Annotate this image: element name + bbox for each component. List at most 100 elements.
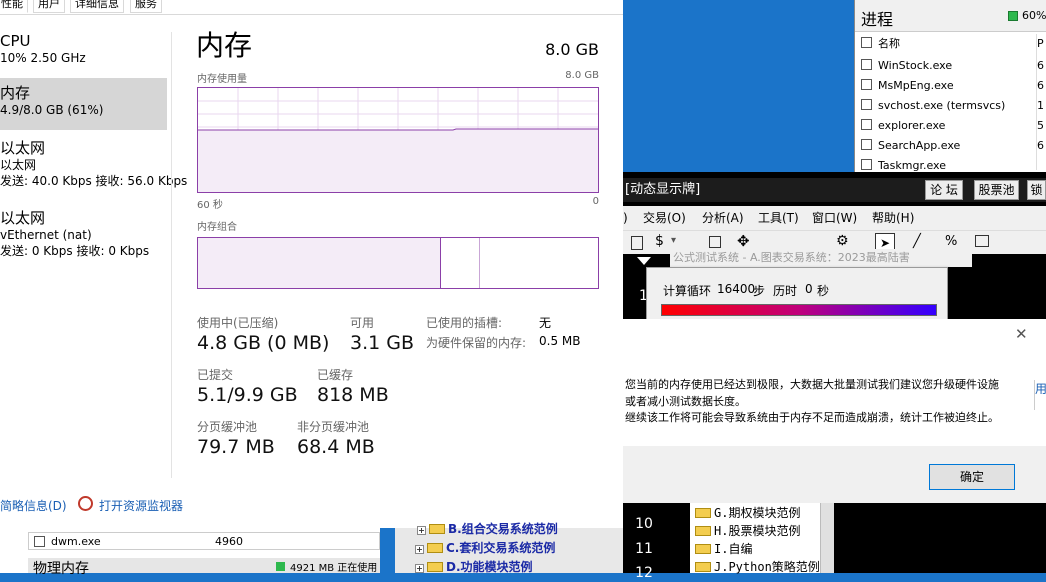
background-process-list: dwm.exe 4960 物理内存 4921 MB 正在使用	[0, 528, 380, 577]
folder-icon	[695, 526, 711, 536]
row-number: 12	[635, 565, 653, 581]
menu-item-window[interactable]: 窗口(W)	[812, 206, 857, 230]
list-item[interactable]: J.Python策略范例	[692, 558, 820, 576]
open-resource-monitor-link[interactable]: 打开资源监视器	[99, 497, 183, 514]
sidebar-item-cpu[interactable]: CPU 10% 2.50 GHz	[0, 32, 167, 72]
list-item[interactable]: WinStock.exe	[861, 56, 1046, 76]
warning-line-2: 或者减小测试数据长度。	[625, 395, 746, 408]
usage-graph-label: 内存使用量	[197, 74, 247, 85]
list-item[interactable]: I.自编	[692, 540, 752, 558]
menu-item-trade[interactable]: 交易(O)	[643, 206, 686, 230]
checkbox[interactable]	[34, 536, 45, 547]
document-icon[interactable]	[631, 236, 643, 250]
composition-label: 内存组合	[197, 222, 237, 233]
stat-committed-label: 已提交	[197, 368, 234, 382]
table-row[interactable]: dwm.exe 4960	[28, 532, 380, 550]
cpu-percent: 60%	[1022, 9, 1046, 22]
process-panel: 进程 60% 名称 WinStock.exe MsMpEng.exe svcho…	[854, 0, 1046, 172]
folder-icon	[695, 508, 711, 518]
folder-icon	[695, 562, 711, 572]
warning-line-3: 继续该工作将可能会导致系统由于内存不足而造成崩溃，统计工作被迫终止。	[625, 411, 999, 424]
sidebar-item-sub: vEthernet (nat)	[0, 228, 92, 242]
checkbox[interactable]	[861, 79, 872, 90]
menu-item-tools[interactable]: 工具(T)	[758, 206, 799, 230]
move-icon[interactable]: ✥	[737, 232, 750, 250]
process-list-header[interactable]: 名称	[861, 34, 1046, 54]
draw-line-icon[interactable]: ╱	[913, 234, 921, 249]
process-pid: 4960	[215, 535, 243, 548]
resource-monitor-icon	[78, 496, 93, 511]
tab-details[interactable]: 详细信息	[70, 0, 124, 13]
sidebar-item-sub2: 发送: 40.0 Kbps 接收: 56.0 Kbps	[0, 174, 188, 188]
grid-icon[interactable]	[975, 235, 989, 247]
step-unit: 步	[753, 284, 766, 298]
progress-bar	[661, 304, 937, 316]
list-item[interactable]: SearchApp.exe	[861, 136, 1046, 156]
checkbox[interactable]	[861, 159, 872, 170]
chart-icon[interactable]	[709, 236, 721, 248]
warning-line-1: 您当前的内存使用已经达到极限，大数据大批量测试我们建议您升级硬件设施	[625, 378, 999, 391]
row-number: 10	[635, 516, 653, 532]
row-number-column: 10 11 12	[626, 503, 662, 581]
checkbox[interactable]	[861, 119, 872, 130]
menu-item[interactable]: )	[623, 206, 628, 230]
sidebar-item-sub: 10% 2.50 GHz	[0, 51, 86, 65]
dropdown-icon[interactable]: ▾	[671, 235, 676, 246]
list-item[interactable]: H.股票模块范例	[692, 522, 800, 540]
memory-warning-dialog: ✕ 您当前的内存使用已经达到极限，大数据大批量测试我们建议您升级硬件设施 或者减…	[623, 319, 1046, 503]
stock-pool-button[interactable]: 股票池	[974, 180, 1019, 200]
percent-icon[interactable]: %	[945, 234, 957, 249]
sidebar-item-ethernet-2[interactable]: 以太网 vEthernet (nat) 发送: 0 Kbps 接收: 0 Kbp…	[0, 209, 167, 265]
list-item[interactable]: MsMpEng.exe	[861, 76, 1046, 96]
physical-memory-value: 4921 MB 正在使用	[290, 563, 378, 574]
ok-button[interactable]: 确定	[929, 464, 1015, 490]
menu-item-help[interactable]: 帮助(H)	[872, 206, 914, 230]
side-fragment: 用	[1034, 380, 1046, 410]
sidebar-item-ethernet-1[interactable]: 以太网 以太网 发送: 40.0 Kbps 接收: 56.0 Kbps	[0, 139, 188, 195]
tree-item[interactable]: + C.套利交易系统范例	[415, 539, 555, 557]
list-item[interactable]: explorer.exe	[861, 116, 1046, 136]
loop-label: 计算循环	[663, 284, 712, 298]
checkbox[interactable]	[861, 139, 872, 150]
settings-icon[interactable]: ⚙	[836, 233, 849, 249]
strategy-folder-list: G.期权模块范例 H.股票模块范例 I.自编 J.Python策略范例	[690, 503, 820, 576]
dollar-icon[interactable]: $	[655, 233, 664, 249]
checkbox[interactable]	[861, 59, 872, 70]
stat-reserved-value: 0.5 MB	[539, 334, 581, 348]
checkbox[interactable]	[861, 99, 872, 110]
page-title: 内存	[196, 29, 253, 62]
sidebar-item-memory[interactable]: 内存 4.9/8.0 GB (61%)	[0, 78, 167, 130]
menu-item-analysis[interactable]: 分析(A)	[702, 206, 744, 230]
checkbox[interactable]	[861, 37, 872, 48]
composition-divider	[479, 238, 480, 288]
stat-available-label: 可用	[350, 316, 375, 330]
stat-available-value: 3.1 GB	[350, 332, 415, 354]
expand-icon[interactable]: +	[417, 526, 426, 535]
triangle-down-icon	[637, 257, 651, 265]
expand-icon[interactable]: +	[415, 564, 424, 573]
tree-item[interactable]: + B.组合交易系统范例	[417, 520, 558, 538]
lock-button[interactable]: 锁	[1027, 180, 1046, 200]
tab-users[interactable]: 用户	[33, 0, 65, 13]
sidebar-item-sub: 4.9/8.0 GB (61%)	[0, 103, 104, 117]
tree-item[interactable]: + D.功能模块范例	[415, 558, 533, 576]
strategy-tree: + B.组合交易系统范例 + C.套利交易系统范例 + D.功能模块范例	[395, 522, 623, 576]
tab-performance[interactable]: 性能	[0, 0, 28, 13]
sidebar-item-title: 以太网	[0, 139, 46, 157]
row-number: 11	[635, 541, 653, 557]
sidebar-item-sub2: 发送: 0 Kbps 接收: 0 Kbps	[0, 244, 150, 258]
elapsed-value: 0	[805, 282, 813, 296]
stat-paged-label: 分页缓冲池	[197, 420, 258, 434]
tab-services[interactable]: 服务	[130, 0, 162, 13]
close-icon[interactable]: ✕	[1015, 325, 1028, 343]
list-item[interactable]: G.期权模块范例	[692, 504, 800, 522]
list-item[interactable]: svchost.exe (termsvcs)	[861, 96, 1046, 116]
loop-steps: 16400	[717, 282, 756, 296]
expand-icon[interactable]: +	[415, 545, 424, 554]
sidebar-divider	[171, 32, 172, 478]
process-panel-header: 进程 60%	[855, 0, 1046, 32]
process-name: dwm.exe	[51, 535, 101, 548]
less-details-link[interactable]: 简略信息(D)	[0, 497, 67, 514]
forum-button[interactable]: 论 坛	[925, 180, 963, 200]
scrollbar[interactable]	[820, 503, 834, 573]
